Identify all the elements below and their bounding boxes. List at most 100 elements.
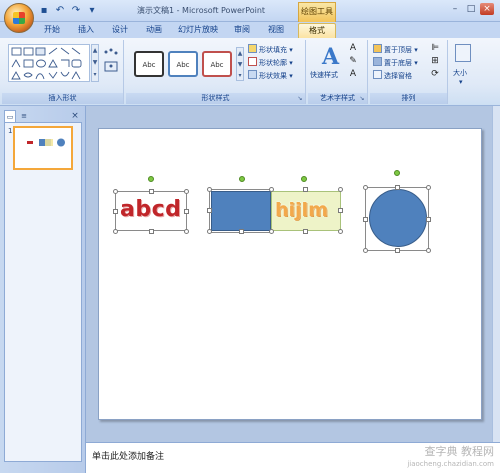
ribbon-tabs: 开始 插入 设计 动画 幻灯片放映 审阅 视图 格式 xyxy=(0,22,500,38)
resize-handle[interactable] xyxy=(149,189,154,194)
tab-format[interactable]: 格式 xyxy=(298,23,336,38)
group-icon[interactable]: ⊞ xyxy=(428,56,442,67)
pen-outline-icon xyxy=(248,57,257,66)
resize-handle[interactable] xyxy=(426,217,431,222)
resize-handle[interactable] xyxy=(363,248,368,253)
textbox-abcd[interactable]: abcd xyxy=(120,197,181,222)
resize-handle[interactable] xyxy=(269,229,274,234)
customize-icon[interactable]: ▾ xyxy=(86,5,98,17)
selection-pane-button[interactable]: 选择窗格 xyxy=(373,70,412,81)
shape-effects-label: 形状效果 xyxy=(259,72,287,80)
tab-slideshow[interactable]: 幻灯片放映 xyxy=(174,23,222,38)
tab-animation[interactable]: 动画 xyxy=(140,23,168,38)
shape-fill-label: 形状填充 xyxy=(259,46,287,54)
slide-edit-area: abcd hijlm xyxy=(86,106,492,442)
align-icon[interactable]: ⊫ xyxy=(428,43,442,54)
bring-to-front-button[interactable]: 置于顶层 ▾ xyxy=(373,44,418,55)
selection-pane-icon xyxy=(373,70,382,79)
resize-handle[interactable] xyxy=(207,229,212,234)
resize-handle[interactable] xyxy=(338,208,343,213)
shape-gallery[interactable] xyxy=(8,44,90,82)
save-icon[interactable]: ▪ xyxy=(38,5,50,17)
style-preset-3[interactable]: Abc xyxy=(202,51,232,77)
text-outline-icon[interactable]: ✎ xyxy=(346,56,360,67)
resize-handle[interactable] xyxy=(363,217,368,222)
resize-handle[interactable] xyxy=(239,229,244,234)
resize-handle[interactable] xyxy=(184,229,189,234)
resize-handle[interactable] xyxy=(113,209,118,214)
shape-styles-launcher-icon[interactable]: ↘ xyxy=(296,95,304,103)
shape-effects-menu[interactable]: 形状效果 ▾ xyxy=(248,70,293,81)
rotation-handle-hijlm[interactable] xyxy=(301,176,307,182)
resize-handle[interactable] xyxy=(303,187,308,192)
group-label-arrange: 排列 xyxy=(370,93,447,104)
resize-handle[interactable] xyxy=(395,248,400,253)
vertical-scrollbar[interactable] xyxy=(492,106,500,442)
pane-close-icon[interactable]: × xyxy=(70,110,80,122)
maximize-button[interactable]: □ xyxy=(464,3,478,15)
tab-insert[interactable]: 插入 xyxy=(72,23,100,38)
wordart-launcher-icon[interactable]: ↘ xyxy=(358,95,366,103)
thumbnail-list: 1 xyxy=(4,122,82,462)
resize-handle[interactable] xyxy=(426,185,431,190)
notes-placeholder[interactable]: 单击此处添加备注 xyxy=(92,449,164,462)
send-to-back-button[interactable]: 置于底层 ▾ xyxy=(373,57,418,68)
group-shape-styles: Abc Abc Abc ▲ ▼ ▾ 形状填充 ▾ 形状轮廓 ▾ 形状效果 ▾ 形状样… xyxy=(126,40,306,104)
resize-handle[interactable] xyxy=(426,248,431,253)
blue-circle-shape[interactable] xyxy=(369,189,427,247)
rotation-handle-rectangle[interactable] xyxy=(239,176,245,182)
shape-gallery-scroll[interactable]: ▲ ▼ ▾ xyxy=(91,44,99,82)
rotation-handle-abcd[interactable] xyxy=(148,176,154,182)
redo-icon[interactable]: ↷ xyxy=(70,5,82,17)
shape-gallery-icons xyxy=(11,47,82,80)
office-button[interactable] xyxy=(4,3,34,33)
shape-fill-menu[interactable]: 形状填充 ▾ xyxy=(248,44,293,55)
resize-handle[interactable] xyxy=(149,229,154,234)
tab-view[interactable]: 视图 xyxy=(262,23,290,38)
undo-icon[interactable]: ↶ xyxy=(54,5,66,17)
send-back-icon xyxy=(373,57,382,66)
resize-handle[interactable] xyxy=(363,185,368,190)
resize-handle[interactable] xyxy=(207,187,212,192)
quick-styles-label[interactable]: 快速样式 xyxy=(310,70,338,80)
slides-tab-icon[interactable]: ▭ xyxy=(4,110,16,122)
group-arrange: 置于顶层 ▾ 置于底层 ▾ 选择窗格 ⊫ ⊞ ⟳ 排列 xyxy=(370,40,448,104)
textbox-hijlm[interactable]: hijlm xyxy=(275,199,328,221)
slide-canvas[interactable]: abcd hijlm xyxy=(98,128,482,420)
shape-outline-menu[interactable]: 形状轮廓 ▾ xyxy=(248,57,293,68)
style-preset-1[interactable]: Abc xyxy=(134,51,164,77)
text-effects-icon[interactable]: A xyxy=(346,69,360,80)
rotate-icon[interactable]: ⟳ xyxy=(428,69,442,80)
resize-handle[interactable] xyxy=(207,208,212,213)
tab-review[interactable]: 审阅 xyxy=(228,23,256,38)
style-preset-2[interactable]: Abc xyxy=(168,51,198,77)
resize-handle[interactable] xyxy=(338,187,343,192)
resize-handle[interactable] xyxy=(338,229,343,234)
window-title: 演示文稿1 - Microsoft PowerPoint xyxy=(137,6,266,15)
quick-styles-icon[interactable]: A xyxy=(322,46,344,68)
group-size[interactable]: 大小 ▾ xyxy=(450,40,476,104)
resize-handle[interactable] xyxy=(184,189,189,194)
tab-home[interactable]: 开始 xyxy=(38,23,66,38)
resize-handle[interactable] xyxy=(113,229,118,234)
contextual-tab-group: 绘图工具 xyxy=(298,2,336,22)
text-fill-icon[interactable]: A xyxy=(346,43,360,54)
edit-shape-icon[interactable] xyxy=(103,48,119,76)
close-button[interactable]: × xyxy=(480,3,494,15)
slide-thumbnail[interactable] xyxy=(13,126,73,170)
resize-handle[interactable] xyxy=(113,189,118,194)
resize-handle[interactable] xyxy=(303,229,308,234)
resize-handle[interactable] xyxy=(184,209,189,214)
resize-handle[interactable] xyxy=(395,185,400,190)
minimize-button[interactable]: – xyxy=(448,3,462,15)
rotation-handle-circle[interactable] xyxy=(394,170,400,176)
resize-handle[interactable] xyxy=(269,187,274,192)
rectangle-frame[interactable] xyxy=(209,189,273,233)
style-gallery-scroll[interactable]: ▲ ▼ ▾ xyxy=(236,47,244,81)
ribbon: ▲ ▼ ▾ 插入形状 Abc Abc Abc ▲ ▼ ▾ 形状填充 ▾ 形状轮廓 ▾ 形… xyxy=(0,38,500,106)
tab-design[interactable]: 设计 xyxy=(106,23,134,38)
notes-pane[interactable]: 单击此处添加备注 查字典 教程网 jiaocheng.chazidian.com xyxy=(86,442,500,473)
outline-tab-icon[interactable]: ≡ xyxy=(18,110,30,122)
size-dropdown-icon: ▾ xyxy=(459,78,463,86)
size-icon xyxy=(455,44,471,62)
